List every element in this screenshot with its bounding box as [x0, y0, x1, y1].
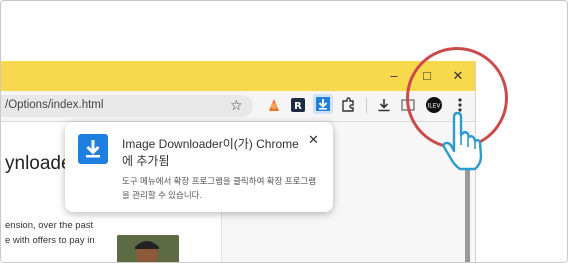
fox-extension-icon[interactable] [265, 96, 283, 114]
image-downloader-icon[interactable] [312, 93, 334, 115]
scrollbar[interactable] [465, 169, 470, 262]
r-extension-icon[interactable]: R [289, 96, 307, 114]
minimize-button[interactable]: – [385, 67, 403, 85]
star-icon[interactable]: ☆ [230, 97, 243, 114]
close-icon[interactable]: ✕ [308, 132, 319, 148]
downloads-icon[interactable] [375, 96, 393, 114]
popup-description: 도구 메뉴에서 확장 프로그램을 클릭하여 확장 프로그램을 관리할 수 있습니… [122, 176, 317, 200]
page-heading: ynloade [5, 153, 72, 174]
paragraph-line: e with offers to pay in [5, 235, 95, 246]
puzzle-extensions-icon[interactable] [339, 96, 357, 114]
paragraph-line: ension, over the past [5, 220, 94, 231]
screenshot-frame: – □ ✕ /Options/index.html ☆ R ILEV ynloa… [0, 0, 568, 263]
url-text: /Options/index.html [5, 99, 104, 111]
download-icon [78, 134, 108, 164]
address-bar[interactable]: /Options/index.html ☆ [1, 95, 253, 117]
page-photo [117, 235, 179, 262]
browser-toolbar: /Options/index.html ☆ R ILEV [1, 91, 475, 122]
hand-cursor-icon [442, 111, 483, 171]
svg-text:R: R [294, 101, 302, 112]
toolbar-divider [366, 98, 367, 114]
popup-title: Image Downloader이(가) Chrome 에 추가됨 [122, 137, 299, 168]
title-bar: – □ ✕ [1, 61, 475, 91]
extension-added-popup: Image Downloader이(가) Chrome 에 추가됨 ✕ 도구 메… [65, 122, 333, 212]
page-paragraph: ension, over the past e with offers to p… [5, 218, 95, 248]
